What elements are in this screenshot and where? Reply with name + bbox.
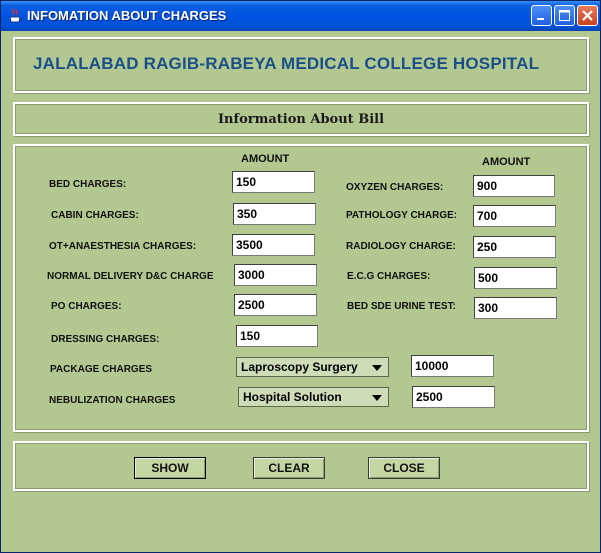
radiology-charge-label: RADIOLOGY CHARGE: bbox=[346, 241, 456, 252]
po-charges-field[interactable]: 2500 bbox=[234, 294, 317, 316]
nebulization-charges-field[interactable]: 2500 bbox=[412, 386, 495, 408]
bed-side-urine-test-label: BED SDE URINE TEST: bbox=[347, 301, 456, 312]
clear-button[interactable]: CLEAR bbox=[253, 457, 325, 479]
ot-anaesthesia-charges-label: OT+ANAESTHESIA CHARGES: bbox=[49, 241, 197, 252]
charges-window: INFOMATION ABOUT CHARGES JALALABAD RAGIB… bbox=[0, 0, 601, 553]
nebulization-charges-label: NEBULIZATION CHARGES bbox=[49, 395, 176, 406]
header-panel: JALALABAD RAGIB-RABEYA MEDICAL COLLEGE H… bbox=[13, 37, 589, 93]
package-charges-label: PACKAGE CHARGES bbox=[50, 364, 153, 375]
dressing-charges-label: DRESSING CHARGES: bbox=[51, 334, 160, 345]
ot-anaesthesia-charges-field[interactable]: 3500 bbox=[232, 234, 315, 256]
package-charges-field[interactable]: 10000 bbox=[411, 355, 494, 377]
minimize-button[interactable] bbox=[531, 5, 552, 26]
oxyzen-charges-field[interactable]: 900 bbox=[473, 175, 555, 197]
minimize-icon bbox=[537, 18, 544, 20]
bed-side-urine-test-field[interactable]: 300 bbox=[474, 297, 557, 319]
window-title: INFOMATION ABOUT CHARGES bbox=[27, 8, 227, 23]
hospital-name: JALALABAD RAGIB-RABEYA MEDICAL COLLEGE H… bbox=[33, 54, 540, 73]
bed-charges-label: BED CHARGES: bbox=[49, 179, 127, 190]
page-subtitle: Information About Bill bbox=[217, 112, 385, 127]
normal-delivery-charge-field[interactable]: 3000 bbox=[234, 264, 317, 286]
ecg-charges-field[interactable]: 500 bbox=[474, 267, 557, 289]
package-select[interactable]: Laproscopy Surgery bbox=[236, 357, 389, 377]
subtitle-panel: Information About Bill bbox=[13, 102, 589, 136]
ecg-charges-label: E.C.G CHARGES: bbox=[347, 271, 431, 282]
oxyzen-charges-label: OXYZEN CHARGES: bbox=[346, 182, 444, 193]
chevron-down-icon bbox=[372, 365, 382, 371]
pathology-charge-label: PATHOLOGY CHARGE: bbox=[346, 210, 458, 221]
bed-charges-field[interactable]: 150 bbox=[232, 171, 315, 193]
java-cup-icon bbox=[8, 8, 22, 24]
title-bar[interactable]: INFOMATION ABOUT CHARGES bbox=[1, 1, 600, 31]
dressing-charges-field[interactable]: 150 bbox=[236, 325, 318, 347]
radiology-charge-field[interactable]: 250 bbox=[473, 236, 556, 258]
chevron-down-icon bbox=[372, 395, 382, 401]
left-amount-header: AMOUNT bbox=[241, 153, 290, 165]
nebulization-select-value: Hospital Solution bbox=[243, 390, 342, 404]
show-button[interactable]: SHOW bbox=[134, 457, 206, 479]
normal-delivery-charge-label: NORMAL DELIVERY D&C CHARGE bbox=[47, 271, 214, 282]
cabin-charges-label: CABIN CHARGES: bbox=[51, 210, 139, 221]
close-window-button[interactable] bbox=[577, 5, 598, 26]
right-amount-header: AMOUNT bbox=[482, 156, 531, 168]
cabin-charges-field[interactable]: 350 bbox=[233, 203, 316, 225]
pathology-charge-field[interactable]: 700 bbox=[473, 205, 556, 227]
nebulization-select[interactable]: Hospital Solution bbox=[238, 387, 389, 407]
po-charges-label: PO CHARGES: bbox=[51, 301, 122, 312]
package-select-value: Laproscopy Surgery bbox=[241, 360, 358, 374]
maximize-icon bbox=[559, 10, 570, 21]
maximize-button[interactable] bbox=[554, 5, 575, 26]
close-icon bbox=[582, 10, 593, 21]
close-button[interactable]: CLOSE bbox=[368, 457, 440, 479]
